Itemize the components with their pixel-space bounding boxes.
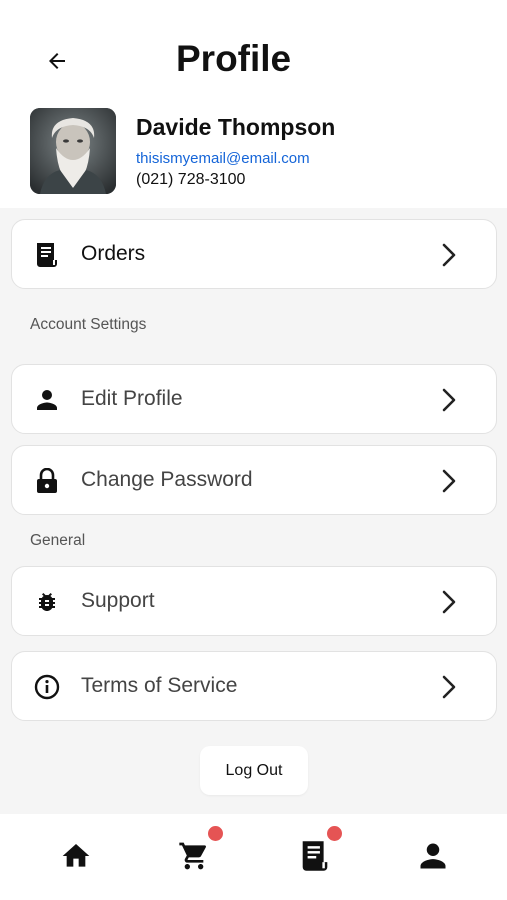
- lock-icon: [34, 468, 60, 494]
- profile-email[interactable]: thisismyemail@email.com: [136, 150, 310, 167]
- cart-badge: [208, 826, 223, 841]
- bottom-nav: [0, 814, 507, 900]
- edit-profile-label: Edit Profile: [81, 387, 183, 410]
- terms-label: Terms of Service: [81, 674, 238, 697]
- home-icon: [62, 844, 90, 867]
- account-settings-heading: Account Settings: [30, 316, 147, 333]
- person-icon: [34, 387, 60, 413]
- chevron-right-icon: [436, 242, 462, 268]
- chevron-right-icon: [436, 387, 462, 413]
- orders-label: Orders: [81, 242, 146, 265]
- arrow-left-icon: [49, 53, 65, 69]
- chevron-right-icon: [436, 468, 462, 494]
- nav-orders[interactable]: [295, 836, 335, 876]
- orders-menu-item[interactable]: Orders: [11, 219, 497, 289]
- terms-of-service-menu-item[interactable]: Terms of Service: [11, 651, 497, 721]
- chevron-right-icon: [436, 589, 462, 615]
- change-password-menu-item[interactable]: Change Password: [11, 445, 497, 515]
- nav-profile[interactable]: [413, 836, 453, 876]
- chevron-right-icon: [436, 674, 462, 700]
- cart-icon: [179, 842, 207, 870]
- receipt-icon: [302, 841, 328, 871]
- profile-header: Profile Davide Thompson thisismyemail@em…: [0, 0, 507, 208]
- support-menu-item[interactable]: Support: [11, 566, 497, 636]
- profile-phone: (021) 728-3100: [136, 171, 246, 188]
- profile-name: Davide Thompson: [136, 114, 336, 140]
- change-password-label: Change Password: [81, 468, 253, 491]
- orders-badge: [327, 826, 342, 841]
- general-heading: General: [30, 532, 86, 549]
- page-title: Profile: [176, 38, 292, 79]
- back-button[interactable]: [38, 42, 76, 80]
- receipt-icon: [34, 242, 60, 268]
- support-label: Support: [81, 589, 155, 612]
- person-icon: [420, 843, 446, 869]
- nav-cart[interactable]: [174, 836, 214, 876]
- edit-profile-menu-item[interactable]: Edit Profile: [11, 364, 497, 434]
- bug-icon: [34, 589, 60, 615]
- avatar: [30, 108, 116, 194]
- info-icon: [34, 674, 60, 700]
- nav-home[interactable]: [56, 836, 96, 876]
- logout-button[interactable]: Log Out: [200, 746, 308, 795]
